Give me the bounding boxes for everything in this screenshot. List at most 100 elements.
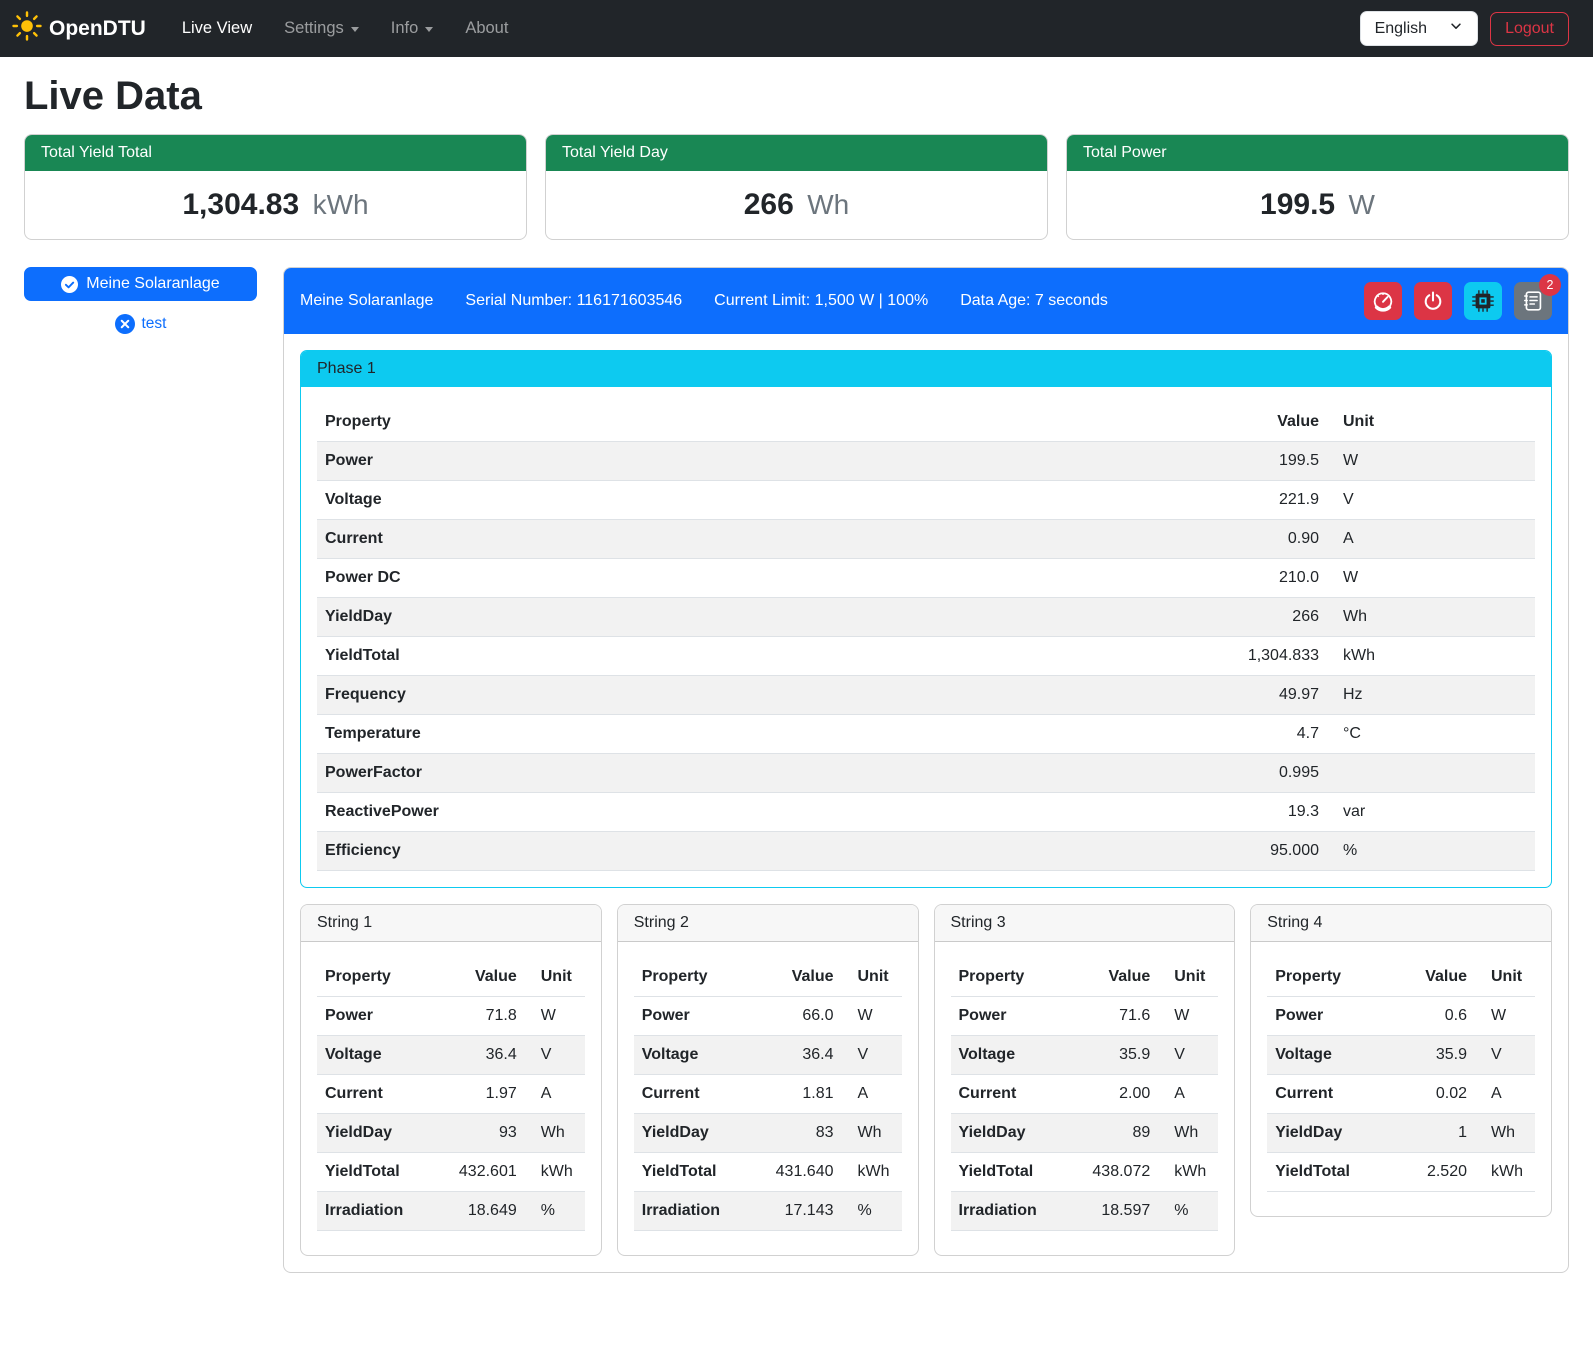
sun-icon xyxy=(12,11,42,46)
column-header-property: Property xyxy=(1267,958,1399,997)
table-row: Irradiation18.597% xyxy=(951,1192,1219,1231)
table-row: Frequency49.97Hz xyxy=(317,676,1535,715)
table-row: Temperature4.7°C xyxy=(317,715,1535,754)
nav-live-view[interactable]: Live View xyxy=(168,11,266,46)
phase-card: Phase 1 Property Value Unit xyxy=(300,350,1552,888)
inverter-serial: Serial Number: 116171603546 xyxy=(465,292,682,310)
column-header-value: Value xyxy=(766,958,850,997)
table-row: ReactivePower19.3var xyxy=(317,793,1535,832)
column-header-unit: Unit xyxy=(1335,403,1535,442)
table-row: Irradiation17.143% xyxy=(634,1192,902,1231)
column-header-unit: Unit xyxy=(533,958,585,997)
table-row: Voltage36.4V xyxy=(634,1036,902,1075)
table-row: PowerFactor0.995 xyxy=(317,754,1535,793)
x-circle-icon[interactable] xyxy=(115,314,135,334)
column-header-property: Property xyxy=(951,958,1083,997)
table-row: Voltage35.9V xyxy=(951,1036,1219,1075)
table-header-row: Property Value Unit xyxy=(317,403,1535,442)
table-row: Current0.90A xyxy=(317,520,1535,559)
column-header-value: Value xyxy=(904,403,1335,442)
table-row: Power DC210.0W xyxy=(317,559,1535,598)
inverter-card-body: Phase 1 Property Value Unit xyxy=(284,334,1568,1272)
table-row: Irradiation18.649% xyxy=(317,1192,585,1231)
string-card-title: String 3 xyxy=(935,905,1235,942)
chevron-down-icon xyxy=(1449,19,1463,38)
string-table: Property Value Unit Power66.0W Voltage36… xyxy=(634,958,902,1231)
device-info-button[interactable] xyxy=(1464,282,1502,320)
brand-title: OpenDTU xyxy=(49,17,146,41)
nav-settings[interactable]: Settings xyxy=(270,11,373,46)
inverter-card: Meine Solaranlage Serial Number: 1161716… xyxy=(283,267,1569,1273)
string-card-4: String 4 Property Value Unit xyxy=(1250,904,1552,1217)
table-row: Current1.97A xyxy=(317,1075,585,1114)
event-log-button[interactable]: 2 xyxy=(1514,282,1552,320)
table-row: Efficiency95.000% xyxy=(317,832,1535,871)
table-row: Voltage35.9V xyxy=(1267,1036,1535,1075)
column-header-unit: Unit xyxy=(850,958,902,997)
table-row: Power71.8W xyxy=(317,997,585,1036)
table-row: Current1.81A xyxy=(634,1075,902,1114)
table-row: YieldTotal438.072kWh xyxy=(951,1153,1219,1192)
column-header-value: Value xyxy=(1399,958,1483,997)
check-circle-icon xyxy=(61,276,78,293)
column-header-property: Property xyxy=(317,403,904,442)
table-row: Voltage36.4V xyxy=(317,1036,585,1075)
nav-info-label: Info xyxy=(391,19,419,38)
table-row: YieldDay89Wh xyxy=(951,1114,1219,1153)
summary-card-title: Total Yield Day xyxy=(546,135,1047,171)
table-row: Power0.6W xyxy=(1267,997,1535,1036)
table-row: Power66.0W xyxy=(634,997,902,1036)
inverter-data-age: Data Age: 7 seconds xyxy=(960,292,1108,310)
language-select[interactable]: English xyxy=(1360,11,1478,46)
string-card-title: String 1 xyxy=(301,905,601,942)
cpu-icon xyxy=(1472,290,1494,312)
string-table: Property Value Unit Power71.6W Voltage35… xyxy=(951,958,1219,1231)
table-row: YieldDay266Wh xyxy=(317,598,1535,637)
brand[interactable]: OpenDTU xyxy=(12,11,146,46)
inverter-select-label: Meine Solaranlage xyxy=(86,275,219,293)
inverter-card-header: Meine Solaranlage Serial Number: 1161716… xyxy=(284,268,1568,334)
logout-button[interactable]: Logout xyxy=(1490,12,1569,46)
table-row: YieldDay83Wh xyxy=(634,1114,902,1153)
column-header-property: Property xyxy=(317,958,449,997)
page-title: Live Data xyxy=(24,74,1569,119)
table-row: Voltage221.9V xyxy=(317,481,1535,520)
inverter-select-button[interactable]: Meine Solaranlage xyxy=(24,267,257,301)
phase-table: Property Value Unit Power199.5W Voltage2… xyxy=(317,403,1535,871)
inverter-actions: 2 xyxy=(1364,282,1552,320)
event-count-badge: 2 xyxy=(1539,274,1561,296)
language-selected-value: English xyxy=(1375,20,1427,38)
summary-cards: Total Yield Total 1,304.83 kWh Total Yie… xyxy=(24,134,1569,240)
inverter-test-label[interactable]: test xyxy=(142,315,167,333)
navbar: OpenDTU Live View Settings Info About En… xyxy=(0,0,1593,57)
string-card-3: String 3 Property Value Unit xyxy=(934,904,1236,1256)
table-row: YieldTotal432.601kWh xyxy=(317,1153,585,1192)
summary-card-title: Total Yield Total xyxy=(25,135,526,171)
table-row: YieldTotal2.520kWh xyxy=(1267,1153,1535,1192)
summary-card-total-power: Total Power 199.5 W xyxy=(1066,134,1569,240)
summary-card-unit: Wh xyxy=(807,189,849,220)
table-header-row: Property Value Unit xyxy=(951,958,1219,997)
column-header-unit: Unit xyxy=(1166,958,1218,997)
nav-about[interactable]: About xyxy=(451,11,522,46)
limit-settings-button[interactable] xyxy=(1364,282,1402,320)
inverter-list-item-test: test xyxy=(24,314,257,334)
nav-info[interactable]: Info xyxy=(377,11,448,46)
table-row: YieldDay1Wh xyxy=(1267,1114,1535,1153)
table-row: Power199.5W xyxy=(317,442,1535,481)
summary-card-value: 266 xyxy=(744,188,794,221)
power-button[interactable] xyxy=(1414,282,1452,320)
summary-card-total-yield-total: Total Yield Total 1,304.83 kWh xyxy=(24,134,527,240)
table-row: Current2.00A xyxy=(951,1075,1219,1114)
navbar-right: English Logout xyxy=(1360,11,1569,46)
table-header-row: Property Value Unit xyxy=(1267,958,1535,997)
table-row: Power71.6W xyxy=(951,997,1219,1036)
power-icon xyxy=(1422,290,1444,312)
table-row: Current0.02A xyxy=(1267,1075,1535,1114)
string-card-title: String 4 xyxy=(1251,905,1551,942)
summary-card-value: 199.5 xyxy=(1260,188,1335,221)
summary-card-value: 1,304.83 xyxy=(182,188,299,221)
nav-settings-label: Settings xyxy=(284,19,344,38)
table-header-row: Property Value Unit xyxy=(634,958,902,997)
column-header-value: Value xyxy=(449,958,533,997)
